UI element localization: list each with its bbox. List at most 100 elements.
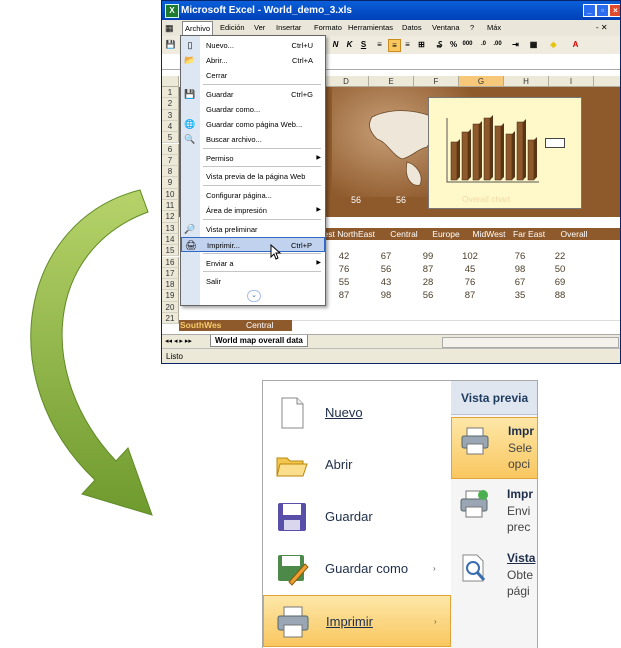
percent-icon[interactable]: %	[448, 39, 459, 50]
col-header-g[interactable]: G	[459, 76, 504, 87]
increase-decimal-icon[interactable]: .0	[478, 39, 489, 50]
table-cell[interactable]: 87	[410, 264, 446, 275]
file-menu-item[interactable]: Área de impresión ▶	[181, 203, 325, 218]
table-cell[interactable]: 67	[502, 277, 538, 288]
sheet-tab-active[interactable]: World map overall data	[210, 335, 308, 347]
menu-ventana[interactable]: Ventana	[432, 20, 460, 36]
row-header[interactable]: 3	[162, 109, 179, 121]
maximize-button[interactable]: ▫	[596, 4, 609, 17]
print-option-rapida[interactable]: Impr Envi prec	[451, 481, 537, 543]
file-menu-item[interactable]: 📂 Abrir... Ctrl+A	[181, 53, 325, 68]
table-cell[interactable]: 87	[452, 290, 488, 301]
row-header[interactable]: 5	[162, 132, 179, 144]
table-cell[interactable]: 67	[368, 251, 404, 262]
office-item-guardar-como[interactable]: Guardar como ›	[263, 543, 451, 595]
indent-icon[interactable]: ⇥	[510, 39, 521, 50]
col-header-next[interactable]	[594, 76, 620, 87]
row-header[interactable]: 6	[162, 143, 179, 155]
currency-icon[interactable]: ₷	[434, 39, 445, 50]
table-cell[interactable]: 56	[410, 290, 446, 301]
file-menu-item[interactable]: Guardar como...	[181, 102, 325, 117]
minimize-button[interactable]: _	[583, 4, 596, 17]
col-header-e[interactable]: E	[369, 76, 414, 87]
italic-icon[interactable]: N	[330, 39, 341, 50]
row-header[interactable]: 12	[162, 211, 179, 223]
row-header[interactable]: 18	[162, 279, 179, 291]
font-color-icon[interactable]: A	[570, 39, 581, 50]
file-menu-item[interactable]: Configurar página...	[181, 188, 325, 203]
menu-archivo[interactable]: Archivo	[182, 21, 214, 36]
table-cell[interactable]: 76	[452, 277, 488, 288]
office-item-nuevo[interactable]: Nuevo	[263, 387, 451, 439]
table-cell[interactable]: 56	[368, 264, 404, 275]
align-center-icon[interactable]: ≡	[388, 39, 401, 52]
file-menu-item[interactable]: 💾 Guardar Ctrl+G	[181, 87, 325, 102]
col-header-h[interactable]: H	[504, 76, 549, 87]
file-menu-item[interactable]: 🌐 Guardar como página Web...	[181, 117, 325, 132]
office-item-abrir[interactable]: Abrir	[263, 439, 451, 491]
file-menu-item[interactable]: 🖨 Imprimir... Ctrl+P	[181, 237, 325, 252]
doc-minimize-icon[interactable]: - ✕	[596, 20, 608, 36]
col-header-d[interactable]: D	[324, 76, 369, 87]
menu-datos[interactable]: Datos	[402, 20, 422, 36]
file-menu-item[interactable]: Salir	[181, 274, 325, 289]
table-cell[interactable]: 98	[368, 290, 404, 301]
table-cell[interactable]: 76	[326, 264, 362, 275]
table-cell[interactable]: 55	[326, 277, 362, 288]
col-header-f[interactable]: F	[414, 76, 459, 87]
table-cell[interactable]: 99	[410, 251, 446, 262]
table-cell[interactable]: 43	[368, 277, 404, 288]
table-cell[interactable]: 98	[502, 264, 538, 275]
table-cell[interactable]: 69	[542, 277, 578, 288]
table-cell[interactable]: 76	[502, 251, 538, 262]
row-header[interactable]: 8	[162, 166, 179, 178]
table-cell[interactable]: 87	[326, 290, 362, 301]
row-header[interactable]: 2	[162, 98, 179, 110]
file-menu-item[interactable]: Cerrar	[181, 68, 325, 83]
file-menu-item[interactable]: ▯ Nuevo... Ctrl+U	[181, 38, 325, 53]
align-left-icon[interactable]: ≡	[374, 39, 385, 50]
print-option-vista-previa[interactable]: Vista Obte pági	[451, 545, 537, 607]
row-header[interactable]: 21	[162, 313, 179, 325]
office-item-guardar[interactable]: Guardar	[263, 491, 451, 543]
file-menu-item[interactable]: Vista previa de la página Web	[181, 169, 325, 184]
col-header-i[interactable]: I	[549, 76, 594, 87]
row-header[interactable]: 11	[162, 200, 179, 212]
menu-edicion[interactable]: Edición	[220, 20, 245, 36]
row-header[interactable]: 14	[162, 233, 179, 246]
row-header[interactable]: 19	[162, 290, 179, 302]
menu-max[interactable]: Máx	[487, 20, 501, 36]
workbook-icon[interactable]: ▦	[165, 20, 174, 36]
borders-icon[interactable]: ▦	[528, 39, 539, 50]
menu-formato[interactable]: Formato	[314, 20, 342, 36]
file-menu-item[interactable]: Enviar a ▶	[181, 256, 325, 271]
row-header[interactable]: 13	[162, 222, 179, 234]
italic-k-icon[interactable]: K	[344, 39, 355, 50]
row-header[interactable]: 20	[162, 301, 179, 313]
file-menu-item[interactable]: 🔍 Buscar archivo...	[181, 132, 325, 147]
row-header[interactable]: 9	[162, 177, 179, 189]
fill-color-icon[interactable]: ◈	[548, 39, 559, 50]
file-menu-item[interactable]: Permiso ▶	[181, 151, 325, 166]
row-header[interactable]: 1	[162, 87, 179, 99]
row-header[interactable]: 16	[162, 256, 179, 268]
expand-chevron-icon[interactable]: ⌄	[247, 290, 261, 302]
select-all-corner[interactable]	[162, 76, 179, 87]
table-cell[interactable]: 88	[542, 290, 578, 301]
table-cell[interactable]: 22	[542, 251, 578, 262]
row-header[interactable]: 17	[162, 267, 179, 280]
horizontal-scrollbar[interactable]	[442, 337, 619, 348]
table-cell[interactable]: 102	[452, 251, 488, 262]
thousands-icon[interactable]: 000	[462, 39, 473, 50]
menu-herramientas[interactable]: Herramientas	[348, 20, 393, 36]
close-button[interactable]: ×	[609, 4, 620, 17]
merge-icon[interactable]: ⊞	[416, 39, 427, 50]
table-cell[interactable]: 42	[326, 251, 362, 262]
menu-ver[interactable]: Ver	[254, 20, 265, 36]
align-right-icon[interactable]: ≡	[402, 39, 413, 50]
decrease-decimal-icon[interactable]: .00	[492, 39, 503, 50]
row-header[interactable]: 7	[162, 154, 179, 167]
file-menu-item[interactable]: 🔎 Vista preliminar	[181, 222, 325, 237]
menu-insertar[interactable]: Insertar	[276, 20, 301, 36]
row-header[interactable]: 15	[162, 245, 179, 257]
